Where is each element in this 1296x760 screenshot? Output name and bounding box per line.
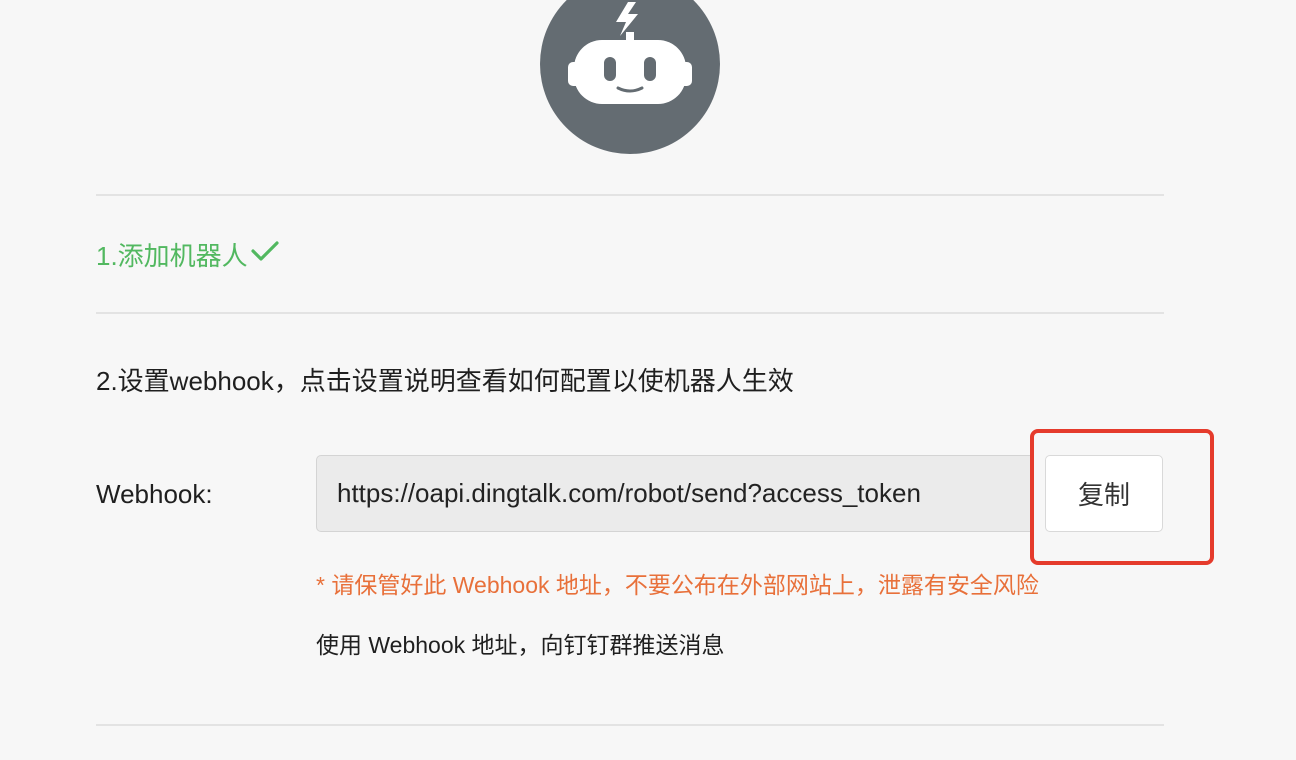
robot-avatar [540, 0, 720, 154]
robot-icon [568, 2, 692, 104]
divider [96, 194, 1164, 196]
step-2-title: 2.设置webhook，点击设置说明查看如何配置以使机器人生效 [96, 366, 794, 396]
security-warning: * 请保管好此 Webhook 地址，不要公布在外部网站上，泄露有安全风险 [316, 572, 1039, 598]
webhook-url-input[interactable] [316, 455, 1032, 532]
webhook-label: Webhook: [96, 479, 213, 509]
step-1-title: 1.添加机器人 [96, 236, 280, 275]
copy-button[interactable]: 复制 [1045, 455, 1163, 532]
divider [96, 724, 1164, 726]
check-icon [250, 236, 280, 275]
robot-setup-page: 1.添加机器人 2.设置webhook，点击设置说明查看如何配置以使机器人生效 … [0, 0, 1296, 760]
step-1-label: 1.添加机器人 [96, 240, 248, 271]
divider [96, 312, 1164, 314]
webhook-hint: 使用 Webhook 地址，向钉钉群推送消息 [316, 632, 725, 658]
